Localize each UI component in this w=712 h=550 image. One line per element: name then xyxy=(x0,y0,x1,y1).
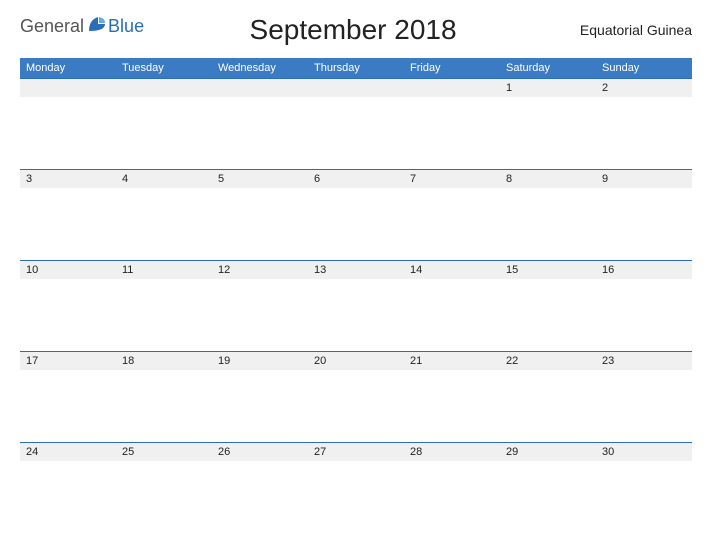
region-label: Equatorial Guinea xyxy=(562,12,692,38)
date-cell: 30 xyxy=(596,443,692,461)
date-cell: 5 xyxy=(212,170,308,188)
date-cell: 12 xyxy=(212,261,308,279)
weekday-fri: Friday xyxy=(404,58,500,78)
globe-icon xyxy=(88,16,106,37)
weekday-wed: Wednesday xyxy=(212,58,308,78)
week-2-space xyxy=(20,188,692,260)
date-cell: 23 xyxy=(596,352,692,370)
weekday-sun: Sunday xyxy=(596,58,692,78)
date-cell: 21 xyxy=(404,352,500,370)
weekday-sat: Saturday xyxy=(500,58,596,78)
date-cell: 16 xyxy=(596,261,692,279)
weekday-header: Monday Tuesday Wednesday Thursday Friday… xyxy=(20,58,692,78)
date-cell xyxy=(212,79,308,97)
date-cell: 25 xyxy=(116,443,212,461)
weekday-mon: Monday xyxy=(20,58,116,78)
date-cell: 14 xyxy=(404,261,500,279)
calendar: Monday Tuesday Wednesday Thursday Friday… xyxy=(20,58,692,511)
week-4-dates: 17 18 19 20 21 22 23 xyxy=(20,351,692,370)
week-2-dates: 3 4 5 6 7 8 9 xyxy=(20,169,692,188)
week-1-space xyxy=(20,97,692,169)
date-cell: 15 xyxy=(500,261,596,279)
date-cell: 20 xyxy=(308,352,404,370)
date-cell: 17 xyxy=(20,352,116,370)
date-cell: 2 xyxy=(596,79,692,97)
date-cell: 11 xyxy=(116,261,212,279)
weekday-thu: Thursday xyxy=(308,58,404,78)
weekday-tue: Tuesday xyxy=(116,58,212,78)
logo-text-general: General xyxy=(20,16,84,37)
date-cell xyxy=(404,79,500,97)
date-cell xyxy=(116,79,212,97)
logo: General Blue xyxy=(20,12,144,37)
date-cell: 8 xyxy=(500,170,596,188)
date-cell: 18 xyxy=(116,352,212,370)
date-cell: 1 xyxy=(500,79,596,97)
date-cell: 7 xyxy=(404,170,500,188)
date-cell: 13 xyxy=(308,261,404,279)
date-cell: 22 xyxy=(500,352,596,370)
date-cell: 28 xyxy=(404,443,500,461)
date-cell xyxy=(20,79,116,97)
date-cell: 6 xyxy=(308,170,404,188)
header: General Blue September 2018 Equatorial G… xyxy=(20,12,692,46)
date-cell: 10 xyxy=(20,261,116,279)
page-title: September 2018 xyxy=(144,12,562,46)
week-4-space xyxy=(20,370,692,442)
week-1-dates: 1 2 xyxy=(20,78,692,97)
date-cell: 4 xyxy=(116,170,212,188)
date-cell: 3 xyxy=(20,170,116,188)
date-cell: 19 xyxy=(212,352,308,370)
week-5-space xyxy=(20,461,692,511)
date-cell: 9 xyxy=(596,170,692,188)
week-5-dates: 24 25 26 27 28 29 30 xyxy=(20,442,692,461)
date-cell: 29 xyxy=(500,443,596,461)
date-cell: 24 xyxy=(20,443,116,461)
week-3-space xyxy=(20,279,692,351)
date-cell xyxy=(308,79,404,97)
date-cell: 27 xyxy=(308,443,404,461)
week-3-dates: 10 11 12 13 14 15 16 xyxy=(20,260,692,279)
date-cell: 26 xyxy=(212,443,308,461)
logo-text-blue: Blue xyxy=(108,16,144,37)
